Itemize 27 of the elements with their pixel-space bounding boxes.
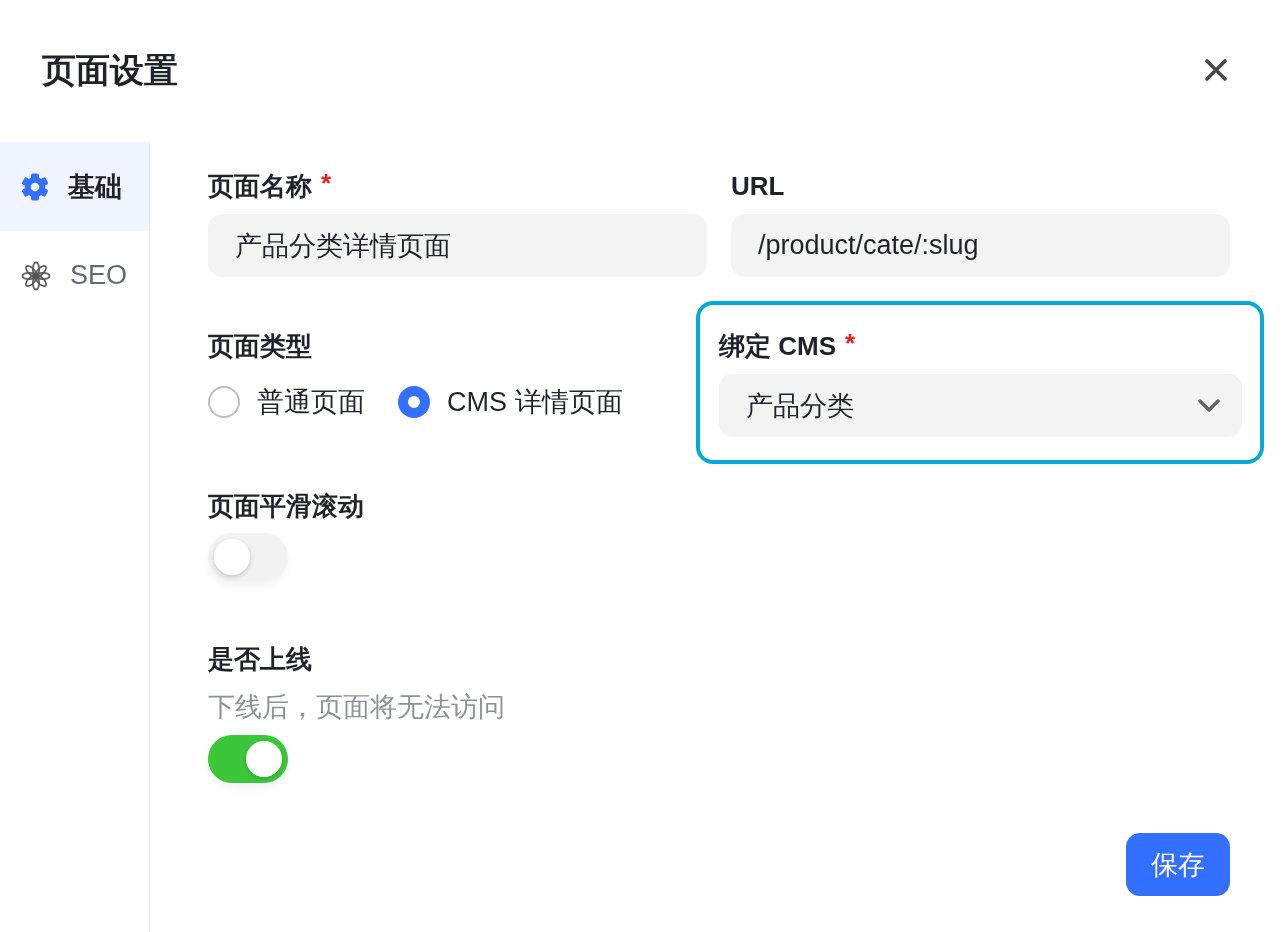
required-asterisk: * xyxy=(845,327,856,360)
toggle-switch[interactable] xyxy=(208,735,288,783)
sidebar-tab[interactable]: SEO xyxy=(0,231,149,320)
radio-button[interactable] xyxy=(398,386,430,418)
dialog-title: 页面设置 xyxy=(42,50,178,91)
field-description: 下线后，页面将无法访问 xyxy=(208,691,505,724)
flower-icon xyxy=(21,260,51,291)
sidebar-tab[interactable]: 基础 xyxy=(0,142,149,231)
close-button[interactable] xyxy=(1205,59,1227,81)
field-label: 绑定 CMS xyxy=(719,330,836,363)
field-label: URL xyxy=(731,170,785,203)
required-asterisk: * xyxy=(321,167,332,200)
radio-option[interactable]: 普通页面 xyxy=(208,384,365,420)
field-label: 页面类型 xyxy=(208,330,312,363)
text-input[interactable]: 产品分类详情页面 xyxy=(208,214,707,277)
chevron-down-icon xyxy=(1198,398,1220,413)
radio-button[interactable] xyxy=(208,386,240,418)
field-label: 页面平滑滚动 xyxy=(208,490,364,523)
text-input[interactable]: /product/cate/:slug xyxy=(731,214,1230,277)
select-field[interactable]: 产品分类 xyxy=(719,374,1242,437)
field-label: 是否上线 xyxy=(208,643,312,676)
radio-option[interactable]: CMS 详情页面 xyxy=(398,384,623,420)
toggle-switch[interactable] xyxy=(208,533,288,581)
close-icon xyxy=(1205,59,1227,81)
save-button[interactable]: 保存 xyxy=(1126,833,1230,896)
gear-icon xyxy=(21,172,49,201)
field-label: 页面名称 xyxy=(208,170,312,203)
